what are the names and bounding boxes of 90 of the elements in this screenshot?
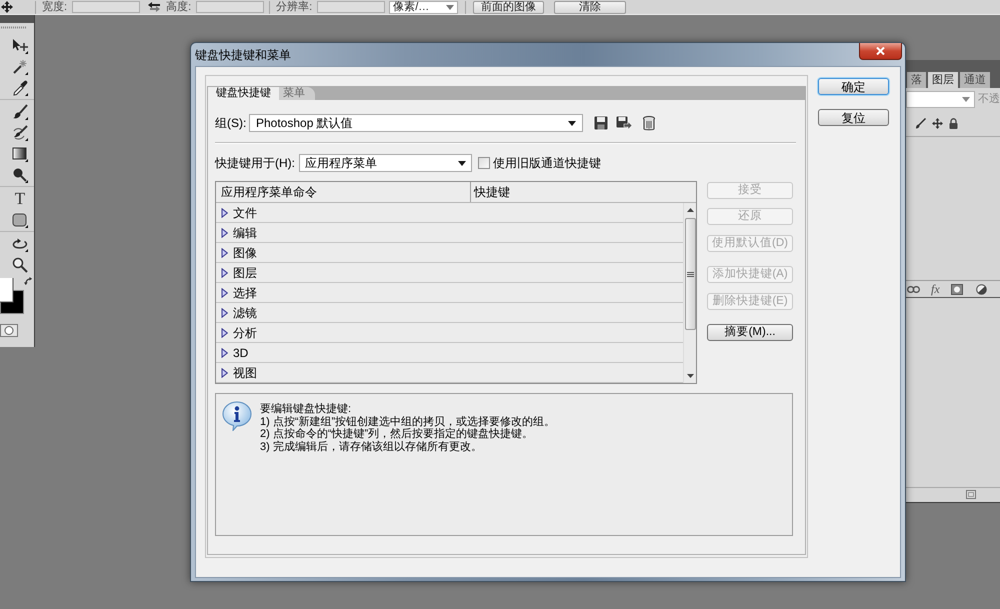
group-label: 组(S):: [215, 117, 248, 129]
input-field[interactable]: [72, 1, 140, 13]
expand-triangle-icon[interactable]: [221, 288, 228, 298]
lollipop-icon[interactable]: [12, 166, 28, 182]
info-heading: 要编辑键盘快捷键:: [260, 403, 352, 416]
scrollbar[interactable]: [683, 203, 696, 383]
move-icon[interactable]: [12, 38, 28, 54]
options-button[interactable]: 清除: [554, 0, 626, 14]
grip-icon[interactable]: [1, 26, 27, 29]
scroll-thumb[interactable]: [684, 218, 696, 330]
dialog-tab[interactable]: 键盘快捷键: [208, 87, 279, 100]
caret-icon: [962, 96, 970, 102]
square-icon[interactable]: [966, 490, 976, 498]
side-button[interactable]: 摘要(M)...: [707, 324, 793, 341]
rounded-rectangle-icon[interactable]: [12, 212, 28, 228]
menu-command[interactable]: 图层: [233, 266, 257, 278]
effects-button[interactable]: fx: [931, 282, 940, 296]
info-step: 1) 点按“新建组”按钮创建选中组的拷贝，或选择要修改的组。: [260, 416, 556, 428]
scroll-down-icon[interactable]: [686, 374, 694, 378]
unit-select[interactable]: 像素/…: [389, 0, 458, 14]
input-field[interactable]: [317, 1, 386, 13]
expand-triangle-icon[interactable]: [221, 348, 228, 358]
expand-triangle-icon[interactable]: [221, 328, 228, 338]
expand-triangle-icon[interactable]: [221, 308, 228, 318]
mask-icon[interactable]: [950, 284, 963, 294]
input-field[interactable]: [196, 1, 264, 13]
field-label: 高度:: [166, 2, 192, 12]
panel-header: [0, 15, 34, 23]
expand-triangle-icon[interactable]: [221, 268, 228, 278]
info-step: 3) 完成编辑后，请存储该组以存储所有更改。: [260, 440, 482, 453]
menu-command[interactable]: 视图: [233, 366, 257, 378]
type-tool-button[interactable]: T: [12, 190, 28, 208]
expand-triangle-icon[interactable]: [221, 208, 228, 218]
field-label: 宽度:: [42, 2, 68, 12]
dialog-button[interactable]: 确定: [818, 78, 889, 95]
close-icon: [876, 47, 885, 55]
magic-wand-icon[interactable]: [12, 58, 28, 74]
orbit-arrow-icon[interactable]: [12, 236, 28, 252]
move-icon[interactable]: [1, 1, 13, 13]
column-header[interactable]: 应用程序菜单命令: [216, 182, 471, 202]
expand-triangle-icon[interactable]: [221, 248, 228, 258]
menu-command[interactable]: 文件: [233, 206, 257, 218]
move-icon[interactable]: [932, 118, 943, 128]
window-title: 键盘快捷键和菜单: [195, 48, 291, 62]
trash-icon[interactable]: [643, 116, 655, 130]
shortcuts-for-label: 快捷键用于(H):: [215, 157, 295, 169]
menu-command[interactable]: 3D: [233, 346, 248, 358]
blend-mode-select[interactable]: [906, 90, 975, 108]
column-header[interactable]: 快捷键: [471, 182, 696, 202]
info-step: 2) 点按命令的“快捷键”列，然后按要指定的键盘快捷键。: [260, 428, 534, 440]
swap-arrows-icon[interactable]: [148, 2, 160, 12]
grip-icon: [686, 272, 694, 276]
panel-tab[interactable]: 落: [907, 72, 926, 88]
checkbox[interactable]: [478, 157, 490, 169]
eyedropper-icon[interactable]: [12, 80, 28, 96]
brush-icon[interactable]: [12, 104, 28, 120]
caret-icon: [446, 4, 454, 10]
link-icon[interactable]: [907, 286, 920, 292]
menu-command[interactable]: 编辑: [233, 226, 257, 238]
dialog-tab[interactable]: 菜单: [279, 87, 315, 100]
options-button[interactable]: 前面的图像: [473, 0, 544, 14]
menu-command[interactable]: 滤镜: [233, 306, 257, 318]
menu-command[interactable]: 选择: [233, 286, 257, 298]
half-circle-icon[interactable]: [976, 284, 987, 294]
panel-tab[interactable]: 图层: [928, 72, 958, 88]
panel-tab[interactable]: 通道: [960, 72, 990, 88]
gradient-icon[interactable]: [12, 146, 28, 162]
lock-icon[interactable]: [949, 118, 958, 128]
expand-triangle-icon[interactable]: [221, 228, 228, 238]
swap-colors-icon[interactable]: [24, 277, 33, 286]
swatch-pair-drawing[interactable]: [0, 278, 24, 314]
dialog-button[interactable]: 复位: [818, 109, 889, 126]
floppy-arrow-icon[interactable]: [616, 116, 632, 130]
info-bubble-icon: [222, 401, 252, 431]
expand-triangle-icon[interactable]: [221, 368, 228, 378]
mask-mode-icon[interactable]: [0, 324, 18, 337]
close-button[interactable]: [859, 43, 902, 60]
checkbox-label: 使用旧版通道快捷键: [493, 157, 601, 169]
scroll-up-icon[interactable]: [686, 208, 694, 212]
caret-icon: [458, 160, 466, 166]
field-label: 分辨率:: [276, 2, 312, 12]
brush-curve-icon[interactable]: [12, 124, 28, 140]
menu-command[interactable]: 分析: [233, 326, 257, 338]
brush-icon[interactable]: [915, 118, 926, 128]
shortcuts-for-select[interactable]: 应用程序菜单: [299, 154, 472, 172]
menu-command[interactable]: 图像: [233, 246, 257, 258]
group-select[interactable]: Photoshop 默认值: [249, 114, 583, 132]
zoom-icon[interactable]: [12, 256, 28, 272]
opacity-label: 不透: [978, 94, 1000, 104]
caret-icon: [568, 120, 576, 126]
